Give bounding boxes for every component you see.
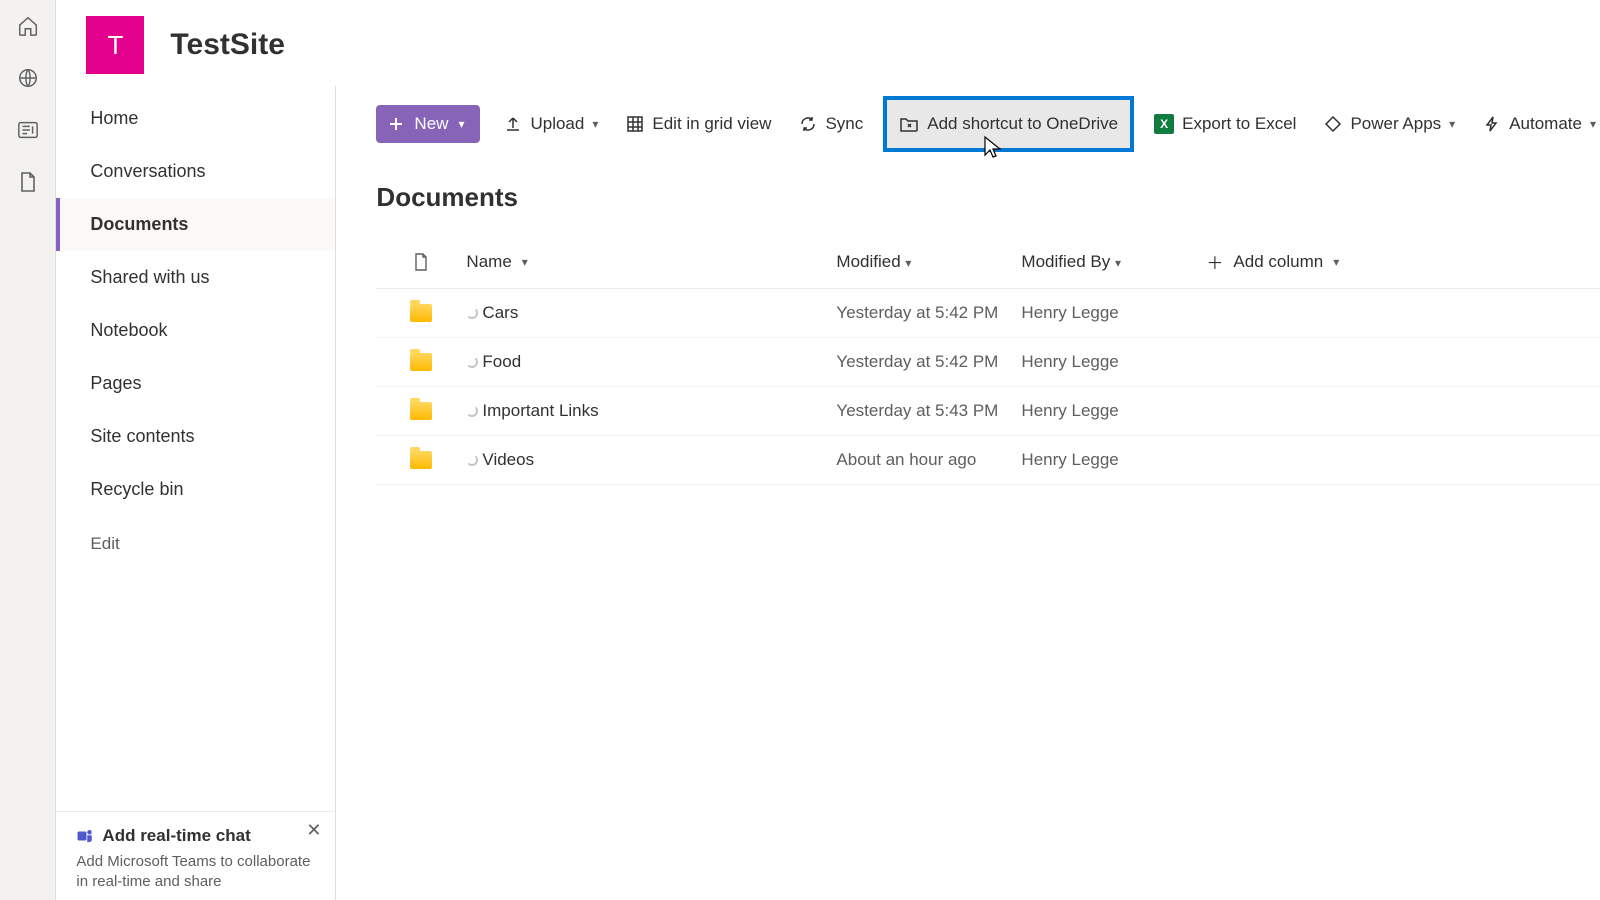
row-modifiedby: Henry Legge <box>1021 401 1206 421</box>
nav-pages[interactable]: Pages <box>56 357 335 410</box>
loading-icon <box>466 454 478 466</box>
app-rail <box>0 0 56 900</box>
file-grid: Name ▾ Modified ▾ Modified By ▾ ＋ Add co… <box>376 239 1600 485</box>
nav-recycle-bin[interactable]: Recycle bin <box>56 463 335 516</box>
page-title: Documents <box>376 182 1600 213</box>
add-shortcut-button[interactable]: Add shortcut to OneDrive <box>887 100 1130 148</box>
export-excel-button[interactable]: X Export to Excel <box>1150 108 1300 140</box>
row-modifiedby: Henry Legge <box>1021 352 1206 372</box>
table-row[interactable]: Food Yesterday at 5:42 PM Henry Legge <box>376 338 1600 387</box>
table-row[interactable]: Important Links Yesterday at 5:43 PM Hen… <box>376 387 1600 436</box>
edit-grid-label: Edit in grid view <box>652 114 771 134</box>
edit-grid-button[interactable]: Edit in grid view <box>622 108 775 140</box>
site-header: T TestSite <box>56 0 1600 86</box>
folder-icon <box>410 304 432 322</box>
promo-title: Add real-time chat <box>102 826 250 846</box>
automate-label: Automate <box>1509 114 1582 134</box>
loading-icon <box>466 405 478 417</box>
row-modifiedby: Henry Legge <box>1021 303 1206 323</box>
shortcut-label: Add shortcut to OneDrive <box>927 114 1118 134</box>
col-modified[interactable]: Modified ▾ <box>836 252 1021 272</box>
nav-documents[interactable]: Documents <box>56 198 335 251</box>
plus-icon: ＋ <box>1206 249 1223 274</box>
chevron-down-icon: ▾ <box>905 256 911 270</box>
chevron-down-icon: ▾ <box>1590 117 1596 131</box>
nav-site-contents[interactable]: Site contents <box>56 410 335 463</box>
row-modified: Yesterday at 5:42 PM <box>836 303 1021 323</box>
site-title: TestSite <box>170 28 284 62</box>
promo-panel: ✕ Add real-time chat Add Microsoft Teams… <box>56 811 335 900</box>
chevron-down-icon: ▾ <box>522 255 528 269</box>
powerapps-button[interactable]: Power Apps ▾ <box>1320 108 1459 140</box>
table-row[interactable]: Videos About an hour ago Henry Legge <box>376 436 1600 485</box>
loading-icon <box>466 307 478 319</box>
col-type[interactable] <box>376 252 466 272</box>
row-modifiedby: Henry Legge <box>1021 450 1206 470</box>
files-icon[interactable] <box>16 170 40 194</box>
sync-label: Sync <box>825 114 863 134</box>
main-area: T TestSite Home Conversations Documents … <box>56 0 1600 900</box>
col-name[interactable]: Name ▾ <box>466 252 836 272</box>
folder-icon <box>410 402 432 420</box>
col-modifiedby[interactable]: Modified By ▾ <box>1021 252 1206 272</box>
add-column[interactable]: ＋ Add column ▾ <box>1206 249 1600 274</box>
row-name: Important Links <box>482 401 598 421</box>
nav-notebook[interactable]: Notebook <box>56 304 335 357</box>
chevron-down-icon: ▾ <box>1115 256 1121 270</box>
row-modified: Yesterday at 5:42 PM <box>836 352 1021 372</box>
content: Home Conversations Documents Shared with… <box>56 86 1600 900</box>
chevron-down-icon: ▾ <box>1449 117 1455 131</box>
row-name: Videos <box>482 450 534 470</box>
close-icon[interactable]: ✕ <box>306 820 321 841</box>
toolbar: New ▾ Upload ▾ Edit in grid view Sync <box>376 86 1600 162</box>
upload-button[interactable]: Upload ▾ <box>500 108 602 140</box>
page: New ▾ Upload ▾ Edit in grid view Sync <box>336 86 1600 900</box>
row-modified: Yesterday at 5:43 PM <box>836 401 1021 421</box>
col-modified-label: Modified <box>836 252 900 271</box>
excel-icon: X <box>1154 114 1174 134</box>
chevron-down-icon: ▾ <box>458 117 464 131</box>
new-label: New <box>414 114 448 134</box>
sync-button[interactable]: Sync <box>795 108 867 140</box>
automate-button[interactable]: Automate ▾ <box>1479 108 1600 140</box>
folder-icon <box>410 451 432 469</box>
promo-text: Add Microsoft Teams to collaborate in re… <box>76 852 315 893</box>
loading-icon <box>466 356 478 368</box>
news-icon[interactable] <box>16 118 40 142</box>
nav-edit[interactable]: Edit <box>56 516 335 570</box>
nav-home[interactable]: Home <box>56 92 335 145</box>
chevron-down-icon: ▾ <box>592 117 598 131</box>
export-label: Export to Excel <box>1182 114 1296 134</box>
teams-icon <box>76 827 94 845</box>
row-name: Food <box>482 352 521 372</box>
row-name: Cars <box>482 303 518 323</box>
home-icon[interactable] <box>16 14 40 38</box>
upload-label: Upload <box>530 114 584 134</box>
table-row[interactable]: Cars Yesterday at 5:42 PM Henry Legge <box>376 289 1600 338</box>
side-nav: Home Conversations Documents Shared with… <box>56 86 336 900</box>
powerapps-label: Power Apps <box>1350 114 1441 134</box>
folder-icon <box>410 353 432 371</box>
add-column-label: Add column <box>1233 252 1323 272</box>
nav-shared[interactable]: Shared with us <box>56 251 335 304</box>
row-modified: About an hour ago <box>836 450 1021 470</box>
nav-conversations[interactable]: Conversations <box>56 145 335 198</box>
grid-header: Name ▾ Modified ▾ Modified By ▾ ＋ Add co… <box>376 239 1600 289</box>
globe-icon[interactable] <box>16 66 40 90</box>
chevron-down-icon: ▾ <box>1333 255 1339 269</box>
site-logo[interactable]: T <box>86 16 144 74</box>
new-button[interactable]: New ▾ <box>376 105 480 143</box>
col-modifiedby-label: Modified By <box>1021 252 1110 271</box>
col-name-label: Name <box>466 252 511 272</box>
